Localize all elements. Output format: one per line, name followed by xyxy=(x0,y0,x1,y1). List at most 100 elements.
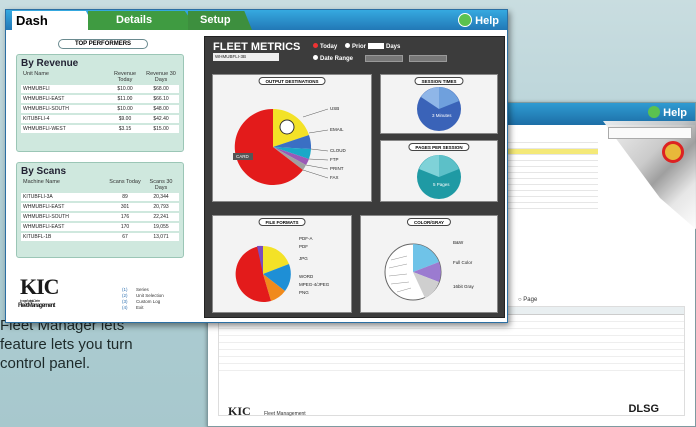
table-cell: $48.00 xyxy=(153,106,169,112)
record-icon[interactable] xyxy=(662,141,684,163)
table-cell: 19,055 xyxy=(153,224,169,230)
table-cell: $66.10 xyxy=(153,96,169,102)
table-row[interactable]: WHMUBFLI-WEST $3.15 $15.00 xyxy=(21,125,179,133)
pages-pie xyxy=(417,155,461,199)
back-help-button[interactable]: Help xyxy=(648,106,687,119)
by-revenue-box: By Revenue Unit Name Revenue Today Reven… xyxy=(16,54,184,152)
chart-label: B&W xyxy=(453,240,464,245)
file-formats-card: FILE FORMATS PDF-A PDF JPG WORD MPEG-4/J… xyxy=(212,215,352,313)
by-scans-box: By Scans Machine Name Scans Today Scans … xyxy=(16,162,184,258)
table-cell: 20,344 xyxy=(153,194,169,200)
today-radio[interactable]: Today xyxy=(313,43,337,50)
session-times-card: SESSION TIMES 3 Minutes xyxy=(380,74,498,134)
chart-label: FAX xyxy=(330,175,339,180)
session-pie xyxy=(417,87,461,131)
chart-label: USB xyxy=(330,106,340,111)
chart-label: EMAIL xyxy=(330,127,344,132)
table-row[interactable]: KITUBFLI-4 $9.00 $42.40 xyxy=(21,115,179,123)
tab-details[interactable]: Details xyxy=(88,11,198,30)
date-from-input[interactable] xyxy=(365,55,403,62)
chart-label: CLOUD xyxy=(330,148,346,153)
scans-header: Machine Name Scans Today Scans 30 Days xyxy=(21,179,179,191)
brand-logo: DLSG xyxy=(628,403,659,415)
date-range-radio[interactable]: Date Range xyxy=(313,55,353,62)
days-input[interactable] xyxy=(368,43,385,49)
file-formats-pie xyxy=(235,245,291,302)
table-cell: KITUBFLI-4 xyxy=(23,116,50,122)
table-row[interactable]: WHMUBFLI-EAST 170 19,055 xyxy=(21,223,179,231)
prior-radio[interactable]: Prior Days xyxy=(345,43,400,50)
table-cell: 89 xyxy=(122,194,128,200)
user-icon xyxy=(279,119,295,135)
chart-label: MPEG-4/JPEG xyxy=(299,282,330,287)
chart-label: 16bit Gray xyxy=(453,284,474,289)
table-cell: 22,241 xyxy=(153,214,169,220)
output-destinations-card: OUTPUT DESTINATIONS CARD USB EMAIL CLOUD… xyxy=(212,74,372,202)
table-row[interactable]: WHMUBFLI-EAST $11.00 $66.10 xyxy=(21,95,179,103)
chart-label: PDF xyxy=(299,244,308,249)
table-row[interactable] xyxy=(219,336,684,343)
tab-bar: Dash Board Details Setup Help xyxy=(6,10,507,30)
table-cell: $10.00 xyxy=(117,86,133,92)
pages-per-session-card: PAGES PER SESSION 5 Pages xyxy=(380,140,498,202)
color-gray-card: COLOR/GRAY B&W Full Color 16bit Gray xyxy=(360,215,498,313)
table-cell: 13,071 xyxy=(153,234,169,240)
table-row[interactable]: WHMUBFLI-EAST 301 20,793 xyxy=(21,203,179,211)
col-header: Unit Name xyxy=(23,71,49,77)
page-radio[interactable]: ○ Page xyxy=(518,297,537,303)
table-cell: $42.40 xyxy=(153,116,169,122)
tab-setup[interactable]: Setup xyxy=(188,11,252,30)
table-cell: $3.15 xyxy=(118,126,132,132)
today-label: Today xyxy=(320,44,338,50)
table-row[interactable]: WHMUBFLI-SOUTH 176 22,241 xyxy=(21,213,179,221)
table-cell: $9.00 xyxy=(118,116,132,122)
date-to-input[interactable] xyxy=(409,55,447,62)
legend-key: (4) xyxy=(122,305,128,310)
table-row[interactable]: KITUBFL-1B 67 13,071 xyxy=(21,233,179,241)
chart-label: PDF-A xyxy=(299,236,313,241)
card-badge: CARD xyxy=(236,154,249,159)
list-item xyxy=(508,203,598,209)
page-radio-label: Page xyxy=(523,297,538,303)
revenue-header: Unit Name Revenue Today Revenue 30 Days xyxy=(21,71,179,83)
col-header: Scans Today xyxy=(109,179,141,185)
footer-logo: KIC xyxy=(228,404,251,418)
top-performers-title: TOP PERFORMERS xyxy=(58,39,148,49)
key-legend: (1) Series (2) Unit Selection (3) Custom Lo… xyxy=(122,287,164,311)
table-row[interactable]: WHMUBFLI $10.00 $68.00 xyxy=(21,85,179,93)
radio-selected-icon xyxy=(313,43,318,48)
table-row[interactable]: KITUBFLI-3A 89 20,344 xyxy=(21,193,179,201)
back-list xyxy=(508,137,598,209)
fleet-metrics-title: FLEET METRICS xyxy=(213,41,301,53)
table-row[interactable]: WHMUBFLI-SOUTH $10.00 $48.00 xyxy=(21,105,179,113)
table-row[interactable] xyxy=(219,343,684,350)
col-header: Revenue Today xyxy=(113,71,137,83)
help-button[interactable]: Help xyxy=(458,13,499,27)
table-row[interactable] xyxy=(219,322,684,329)
chart-label: WORD xyxy=(299,274,314,279)
table-row[interactable] xyxy=(219,364,684,371)
radio-icon xyxy=(345,43,350,48)
col-header: Scans 30 Days xyxy=(149,179,173,191)
table-cell: 301 xyxy=(120,204,130,210)
table-row[interactable] xyxy=(219,329,684,336)
legend-text: Exit xyxy=(136,305,144,310)
table-cell: 67 xyxy=(122,234,128,240)
table-cell: WHMUBFLI-EAST xyxy=(23,224,65,230)
days-label: Days xyxy=(386,44,401,50)
legend-item: (4) Exit xyxy=(122,305,164,311)
table-row[interactable] xyxy=(219,350,684,357)
caption-line: control panel. xyxy=(0,355,91,372)
chart-label: 3 Minutes xyxy=(432,113,452,118)
table-cell: $10.00 xyxy=(117,106,133,112)
caption-line: feature lets you turn xyxy=(0,336,133,353)
revenue-heading: By Revenue xyxy=(21,58,79,69)
chart-label: 5 Pages xyxy=(433,182,450,187)
unit-select[interactable]: WHMUBFLI-3B xyxy=(213,53,279,61)
background-caption: Fleet Manager lets feature lets you turn… xyxy=(0,316,200,373)
tab-dashboard[interactable]: Dash Board xyxy=(12,11,96,30)
table-row[interactable] xyxy=(219,357,684,364)
chart-label: PRINT xyxy=(330,166,344,171)
table-cell: WHMUBFLI xyxy=(23,86,50,92)
kic-logo: KIC Image Analysis Center Fleet Manageme… xyxy=(18,274,60,309)
